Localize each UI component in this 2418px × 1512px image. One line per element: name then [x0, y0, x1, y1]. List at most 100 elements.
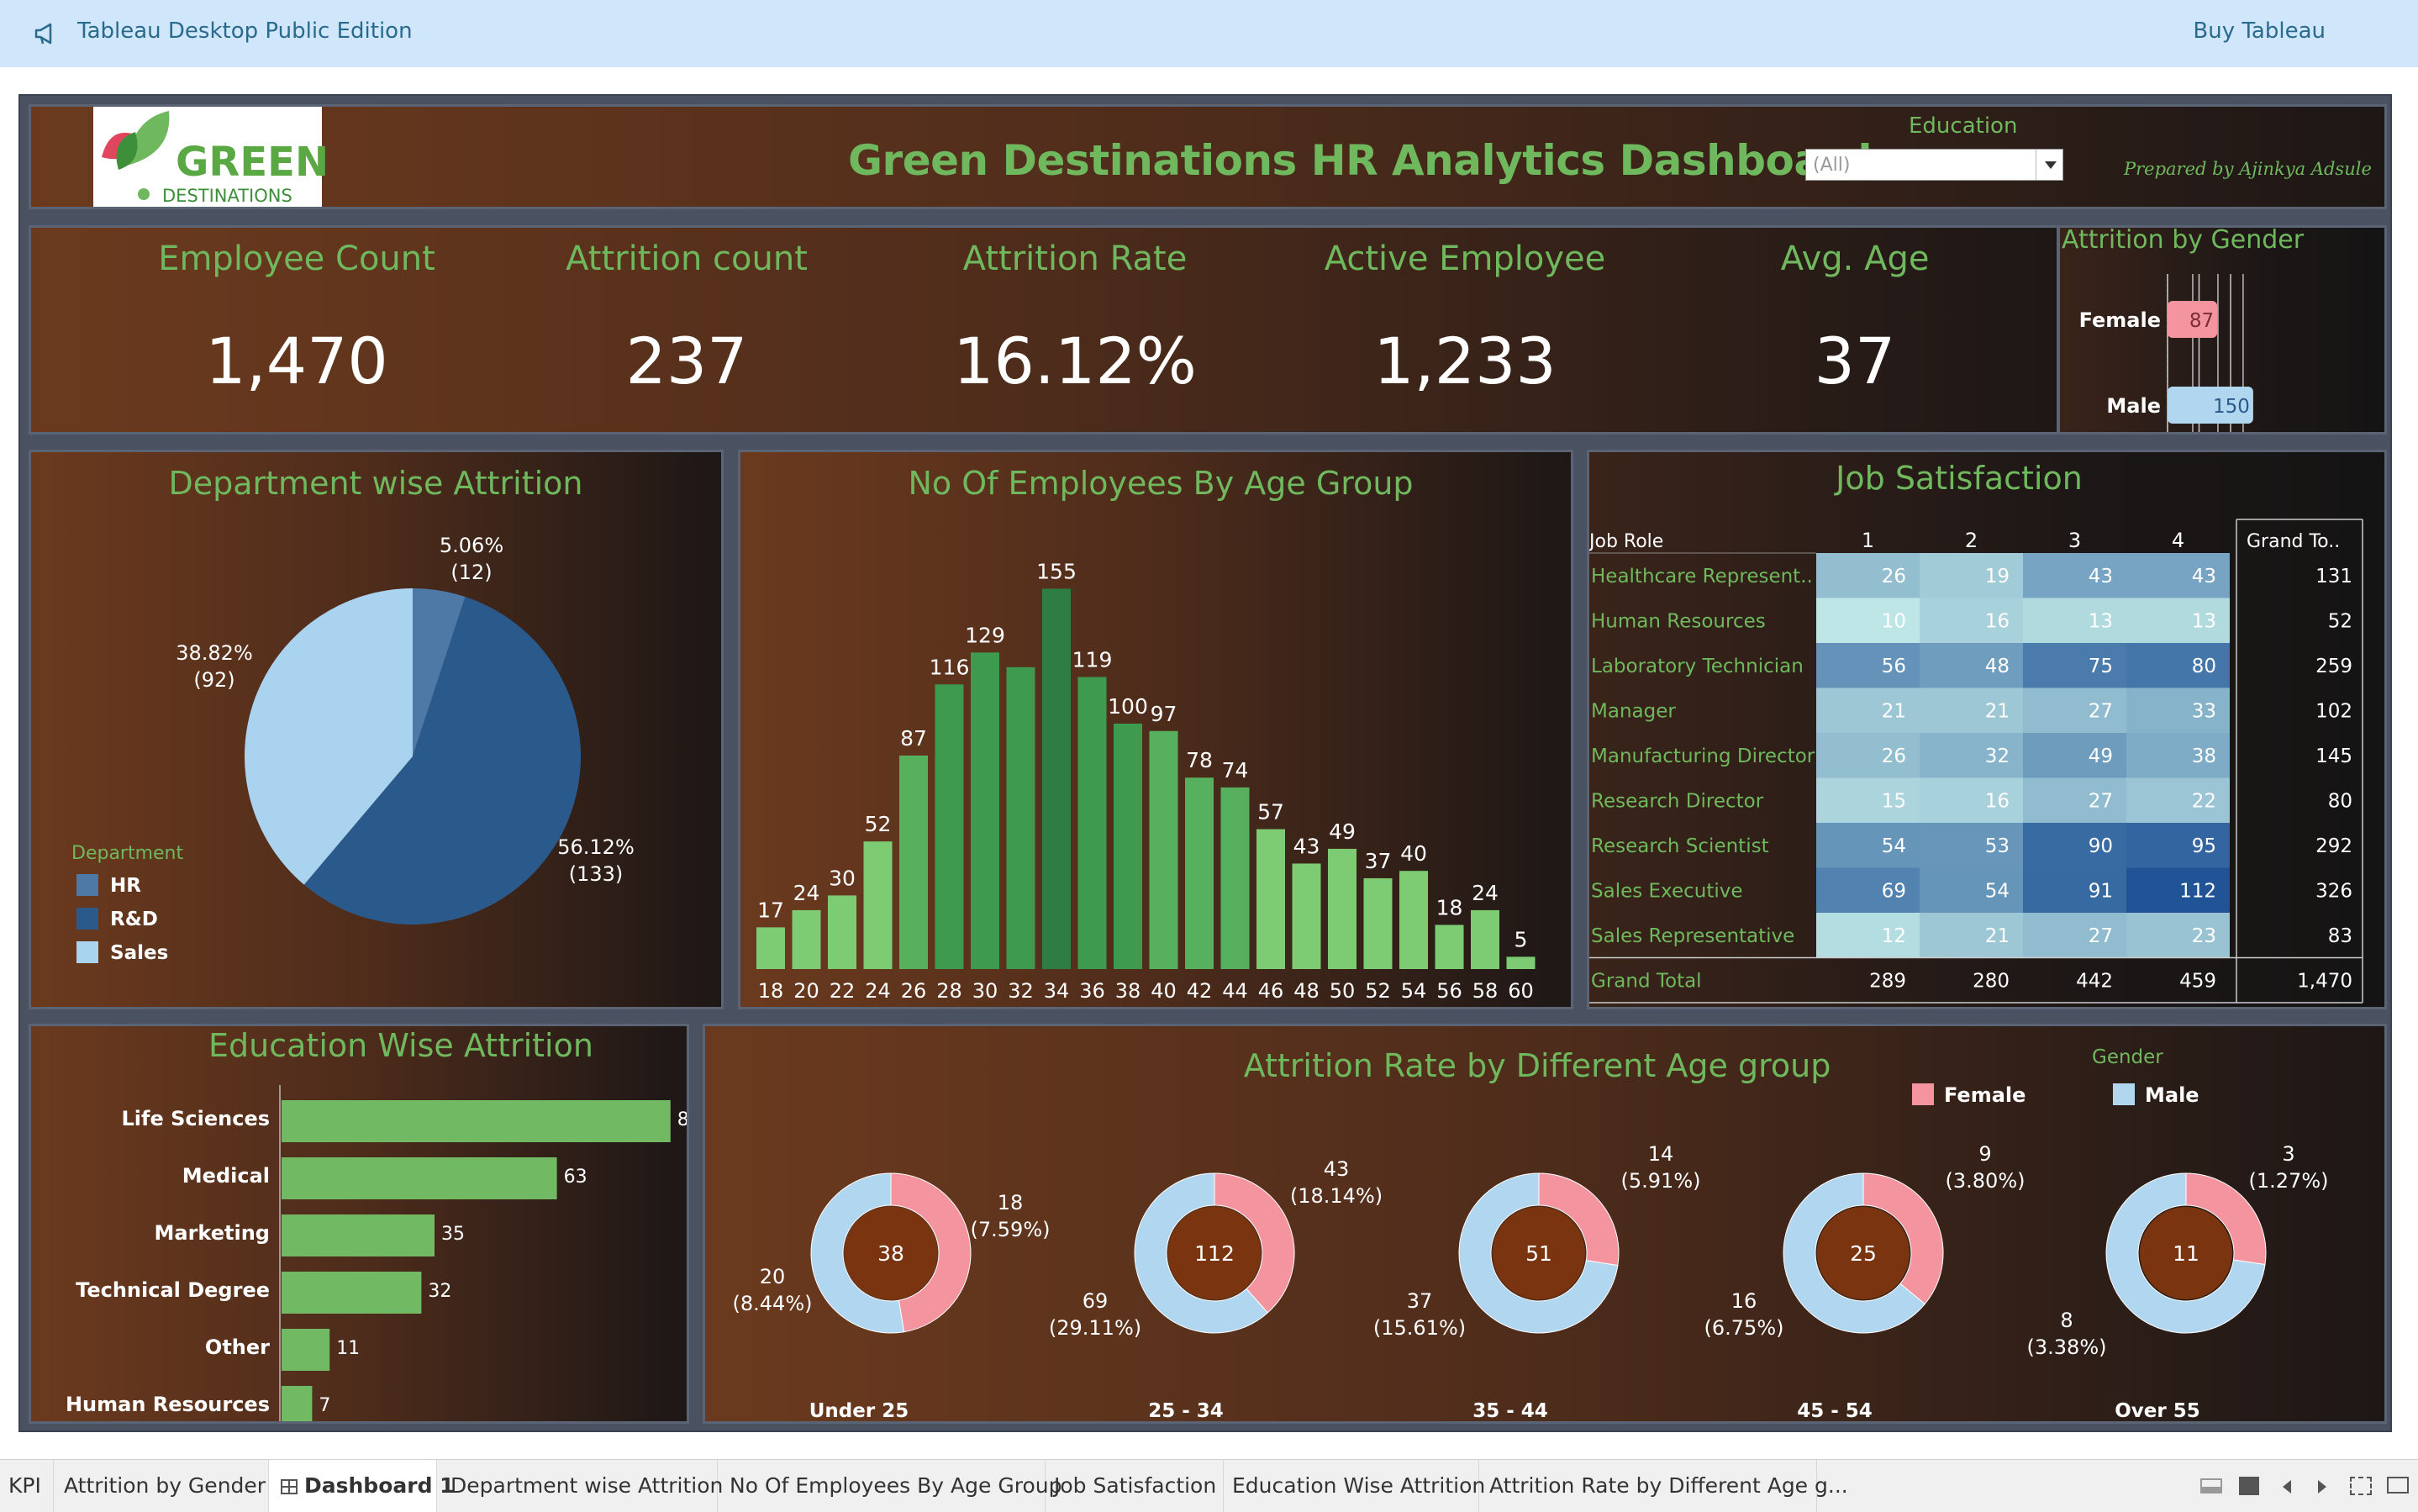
category-label: Male: [2106, 394, 2161, 418]
gender-bar-chart: Attrition by Gender Female 87 Male 150: [2062, 228, 2305, 432]
age-bar: [1042, 588, 1071, 969]
sheet-tab-bar: KPI Attrition by Gender Dashboard 1 Depa…: [0, 1459, 2418, 1512]
x-tick-label: 24: [865, 979, 891, 1003]
kpi-attrition-rate: Attrition Rate 16.12%: [882, 240, 1268, 398]
bar-value-label: 63: [564, 1167, 587, 1188]
cell-value: 53: [1985, 835, 2010, 857]
cell-value: 15: [1882, 791, 1906, 813]
bar-value-label: 116: [930, 655, 970, 679]
bar-value-label: 40: [1400, 841, 1427, 866]
grand-total-label: Grand Total: [1591, 971, 1702, 993]
bar-value-label: 24: [793, 881, 820, 905]
tab-view-icon[interactable]: [2239, 1477, 2259, 1495]
tab-education-wise-attrition[interactable]: Education Wise Attrition: [1224, 1460, 1485, 1512]
cell-value: 54: [1882, 835, 1906, 857]
cell-value: 75: [2089, 656, 2113, 677]
bar-value-label: 37: [1365, 849, 1392, 873]
x-tick-label: 46: [1258, 979, 1284, 1003]
bar-value-label: 100: [1108, 694, 1148, 719]
age-bar: [1185, 777, 1214, 969]
chart-title: Education Wise Attrition: [208, 1027, 593, 1064]
row-total: 52: [2328, 611, 2352, 633]
tab-label: Attrition Rate by Different Age g...: [1489, 1473, 1848, 1498]
category-label: Other: [205, 1336, 270, 1359]
legend-title: Department: [71, 843, 184, 864]
tab-label: KPI: [8, 1473, 41, 1498]
cell-value: 19: [1985, 566, 2010, 587]
male-percent-label: (8.44%): [733, 1292, 813, 1315]
row-total: 259: [2315, 656, 2352, 677]
male-percent-label: (15.61%): [1373, 1316, 1466, 1340]
x-tick-label: 28: [936, 979, 962, 1003]
x-tick-label: 48: [1293, 979, 1320, 1003]
cell-value: 43: [2192, 566, 2216, 587]
category-label: Female: [2079, 308, 2161, 332]
bar-value-label: 87: [900, 726, 927, 751]
legend-swatch: [76, 908, 98, 930]
filmstrip-view-icon[interactable]: [2200, 1478, 2222, 1494]
male-percent-label: (6.75%): [1704, 1316, 1784, 1340]
age-group-label: Under 25: [809, 1400, 909, 1421]
cell-value: 54: [1985, 881, 2010, 903]
age-bar: [1363, 877, 1393, 969]
company-logo: GREEN DESTINATIONS: [93, 107, 329, 207]
cell-value: 112: [2179, 881, 2216, 903]
bar-value-label: 43: [1293, 834, 1320, 858]
pie-percent-label: 56.12%: [557, 835, 635, 859]
bar-value-label: 150: [2213, 396, 2250, 418]
row-total: 80: [2328, 791, 2352, 813]
job-satisfaction-panel: Job Satisfaction Job Role 1 2 3 4 Grand To.. He…: [1587, 450, 2387, 1009]
education-bar: [282, 1272, 422, 1314]
education-bar: [282, 1386, 313, 1421]
category-label: Medical: [182, 1164, 270, 1188]
kpi-value: 16.12%: [953, 324, 1197, 398]
age-group-label: Over 55: [2115, 1400, 2200, 1421]
female-percent-label: (1.27%): [2249, 1169, 2329, 1193]
bar-value-label: 11: [336, 1338, 360, 1359]
tab-dashboard-1[interactable]: Dashboard 1: [269, 1460, 455, 1512]
bar-value-label: 119: [1072, 648, 1113, 672]
donut-total: 112: [1194, 1241, 1235, 1266]
age-bar: [1006, 666, 1035, 969]
logo-subtext: DESTINATIONS: [162, 186, 292, 206]
tab-job-satisfaction[interactable]: Job Satisfaction: [1046, 1460, 1224, 1512]
cell-value: 95: [2192, 835, 2216, 857]
tab-employees-by-age-group[interactable]: No Of Employees By Age Group: [718, 1460, 1061, 1512]
education-filter-dropdown[interactable]: (All): [1805, 149, 2063, 181]
tab-attrition-rate-by-age-group[interactable]: Attrition Rate by Different Age g...: [1479, 1460, 1848, 1512]
top-bar: Tableau Desktop Public Edition Buy Table…: [0, 0, 2418, 67]
kpi-value: 37: [1814, 324, 1896, 398]
chevron-down-icon[interactable]: [2036, 150, 2062, 180]
chart-title: Department wise Attrition: [168, 465, 582, 502]
row-total: 83: [2328, 925, 2352, 947]
cell-value: 13: [2192, 611, 2216, 633]
bar-value-label: 57: [1257, 800, 1284, 824]
education-bar: [282, 1329, 330, 1371]
age-bar: [1399, 871, 1428, 969]
row-label: Research Director: [1591, 791, 1764, 813]
presentation-mode-icon[interactable]: [2387, 1477, 2409, 1494]
bar-value-label: 89: [677, 1109, 687, 1130]
scroll-left-icon[interactable]: [2283, 1480, 2291, 1494]
tab-department-wise-attrition[interactable]: Department wise Attrition: [437, 1460, 723, 1512]
bar-value-label: 155: [1036, 559, 1077, 583]
tab-kpi[interactable]: KPI: [0, 1460, 54, 1512]
cell-value: 56: [1882, 656, 1906, 677]
buy-tableau-link[interactable]: Buy Tableau: [2193, 18, 2326, 44]
scroll-right-icon[interactable]: [2318, 1480, 2326, 1494]
fullscreen-icon[interactable]: [2350, 1477, 2372, 1495]
female-count-label: 18: [998, 1191, 1024, 1214]
x-tick-label: 34: [1044, 979, 1070, 1003]
row-total: 131: [2315, 566, 2352, 587]
grand-total-value: 442: [2076, 971, 2113, 993]
tab-label: No Of Employees By Age Group: [730, 1473, 1062, 1498]
x-tick-label: 38: [1115, 979, 1141, 1003]
cell-value: 21: [1985, 701, 2010, 723]
tab-label: Job Satisfaction: [1054, 1473, 1217, 1498]
dashboard-grid-icon: [281, 1479, 298, 1494]
donut-total: 51: [1525, 1241, 1552, 1266]
education-panel: Education Wise Attrition Life Sciences 89 M…: [29, 1024, 689, 1424]
tab-attrition-by-gender[interactable]: Attrition by Gender: [52, 1460, 269, 1512]
row-label: Healthcare Represent..: [1591, 566, 1813, 587]
cell-value: 27: [2089, 701, 2113, 723]
